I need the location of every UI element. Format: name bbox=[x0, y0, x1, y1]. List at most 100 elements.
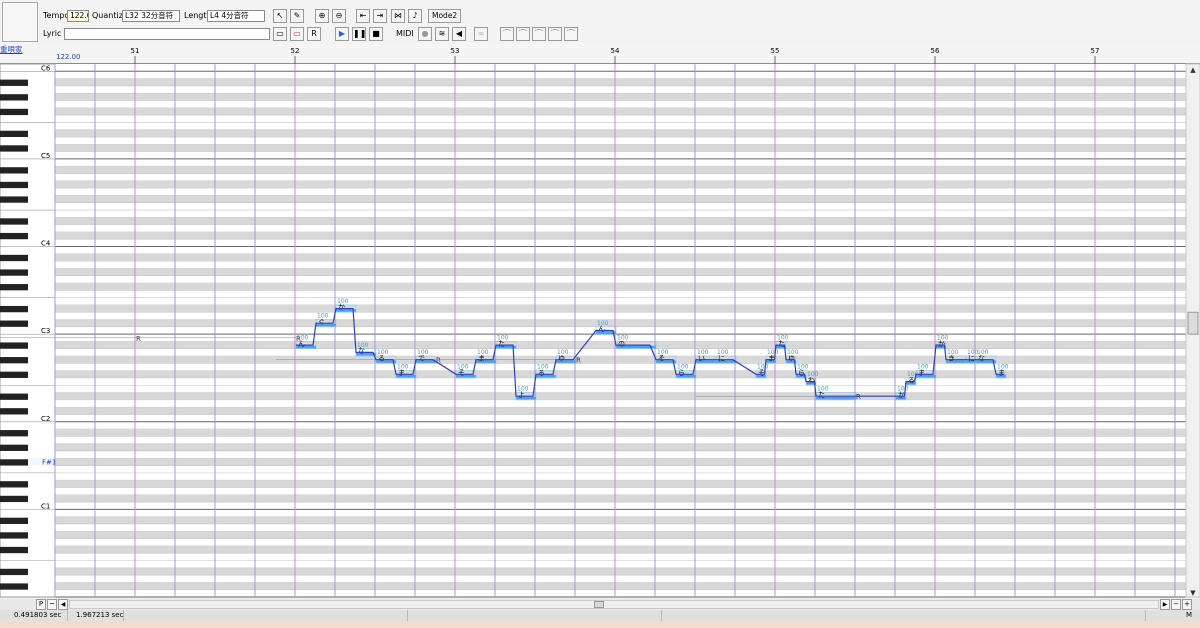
piano-black-key[interactable] bbox=[0, 108, 28, 116]
measure-number[interactable]: 57 bbox=[1091, 47, 1100, 55]
piano-black-key[interactable] bbox=[0, 79, 28, 86]
piano-black-key[interactable] bbox=[0, 167, 28, 174]
quantize-select[interactable]: L32 32分音符 bbox=[122, 10, 180, 22]
rest-marker[interactable]: R bbox=[856, 393, 861, 401]
length-select[interactable]: L4 4分音符 bbox=[207, 10, 265, 22]
status-bar: 0.491803 sec 1.967213 sec M bbox=[0, 610, 1200, 621]
piano-black-key[interactable] bbox=[0, 130, 28, 138]
piano-black-key[interactable] bbox=[0, 284, 28, 291]
singer-name[interactable]: 重唄家 bbox=[0, 44, 55, 54]
piano-black-key[interactable] bbox=[0, 481, 28, 488]
piano-black-key[interactable] bbox=[0, 568, 28, 576]
pencil-tool-icon[interactable]: ✎ bbox=[290, 9, 304, 23]
scroll-thumb[interactable] bbox=[594, 601, 604, 608]
piano-black-key[interactable] bbox=[0, 495, 28, 503]
piano-black-key[interactable] bbox=[0, 320, 28, 327]
piano-black-key[interactable] bbox=[0, 393, 28, 400]
grid-row bbox=[55, 545, 1186, 554]
scroll-up-icon[interactable]: ▲ bbox=[1190, 66, 1196, 74]
pointer-tool-icon[interactable]: ↖ bbox=[273, 9, 287, 23]
piano-black-key[interactable] bbox=[0, 342, 28, 349]
piano-black-key[interactable] bbox=[0, 181, 28, 189]
pause-icon[interactable]: ❚❚ bbox=[352, 27, 366, 41]
piano-black-key[interactable] bbox=[0, 517, 28, 524]
grid-row bbox=[55, 516, 1186, 524]
zoom-in-icon[interactable]: ⊕ bbox=[315, 9, 329, 23]
mode2-button[interactable]: Mode2 bbox=[428, 9, 462, 23]
mode-indicator[interactable]: M bbox=[1182, 610, 1196, 621]
piano-black-key[interactable] bbox=[0, 583, 28, 590]
piano-black-key[interactable] bbox=[0, 254, 28, 262]
play-icon[interactable]: ▶ bbox=[335, 27, 349, 41]
metronome-icon[interactable]: ≋ bbox=[435, 27, 449, 41]
piano-black-key[interactable] bbox=[0, 196, 28, 203]
zoom-plus-icon[interactable]: + bbox=[1182, 599, 1192, 610]
lyric-input[interactable] bbox=[64, 28, 270, 40]
scroll-down-icon[interactable]: ▼ bbox=[1190, 589, 1196, 597]
measure-number[interactable]: 56 bbox=[931, 47, 940, 55]
piano-black-key[interactable] bbox=[0, 408, 28, 415]
piano-black-key[interactable] bbox=[0, 430, 28, 437]
measure-number[interactable]: 55 bbox=[771, 47, 780, 55]
taskbar-strip bbox=[0, 621, 1200, 628]
insert-note-icon[interactable]: ▭ bbox=[273, 27, 287, 41]
note-velocity: 100 bbox=[977, 349, 989, 356]
grid-row bbox=[55, 370, 1186, 378]
grid-row bbox=[55, 567, 1186, 576]
envelope-5-icon[interactable]: ⌒ bbox=[564, 27, 578, 41]
measure-number[interactable]: 53 bbox=[451, 47, 460, 55]
loop-icon[interactable]: ∞ bbox=[474, 27, 488, 41]
go-start-icon[interactable]: ⇤ bbox=[356, 9, 370, 23]
track-p-button[interactable]: P bbox=[36, 599, 46, 610]
grid-row bbox=[55, 319, 1186, 327]
piano-black-key[interactable] bbox=[0, 218, 28, 225]
piano-roll-canvas[interactable]: F#1C6C5C4C3C2C151 52 53 54 55 56 57R RR RRん100ぐ1… bbox=[0, 44, 1200, 599]
piano-black-key[interactable] bbox=[0, 371, 28, 378]
envelope-1-icon[interactable]: ⌒ bbox=[500, 27, 514, 41]
envelope-2-icon[interactable]: ⌒ bbox=[516, 27, 530, 41]
note-velocity: 100 bbox=[377, 349, 389, 356]
zoom-minus-icon[interactable]: − bbox=[1171, 599, 1181, 610]
measure-number[interactable]: 52 bbox=[291, 47, 300, 55]
delete-note-icon[interactable]: ▭ bbox=[290, 27, 304, 41]
stop-icon[interactable]: ■ bbox=[369, 27, 383, 41]
tempo-input[interactable]: 122.0 bbox=[67, 10, 89, 22]
scroll-right-icon[interactable]: ▶ bbox=[1160, 599, 1170, 610]
split-note-icon[interactable]: ⋈ bbox=[391, 9, 405, 23]
rest-marker[interactable]: R bbox=[576, 357, 581, 365]
piano-black-key[interactable] bbox=[0, 145, 28, 152]
scroll-left-icon[interactable]: ◀ bbox=[58, 599, 68, 610]
envelope-3-icon[interactable]: ⌒ bbox=[532, 27, 546, 41]
piano-roll-editor[interactable]: F#1 C6 C5 C4 C3 C2 C1 51 52 53 54 55 56 57 R R R R R ん 100 ぐ 1… bbox=[0, 44, 1200, 599]
piano-black-key[interactable] bbox=[0, 532, 28, 539]
rest-marker[interactable]: R bbox=[136, 335, 141, 343]
join-note-icon[interactable]: ♪ bbox=[408, 9, 422, 23]
piano-black-key[interactable] bbox=[0, 444, 28, 451]
piano-black-key[interactable] bbox=[0, 269, 28, 276]
measure-number[interactable]: 54 bbox=[611, 47, 620, 55]
measure-number[interactable]: 51 bbox=[131, 47, 140, 55]
piano-black-key[interactable] bbox=[0, 94, 28, 101]
note-velocity: 100 bbox=[557, 349, 569, 356]
zoom-out-icon[interactable]: ⊖ bbox=[332, 9, 346, 23]
vertical-scroll-thumb[interactable] bbox=[1187, 311, 1199, 335]
piano-black-key[interactable] bbox=[0, 305, 28, 313]
note-velocity: 100 bbox=[297, 334, 309, 341]
grid-row bbox=[55, 458, 1186, 466]
speaker-icon[interactable]: ◀ bbox=[452, 27, 466, 41]
record-icon[interactable]: ● bbox=[418, 27, 432, 41]
octave-label: C3 bbox=[41, 327, 50, 335]
piano-black-key[interactable] bbox=[0, 459, 28, 466]
rest-button[interactable]: R bbox=[307, 27, 321, 41]
horizontal-scrollbar[interactable] bbox=[69, 600, 1159, 609]
curve-mode-icon[interactable]: ~ bbox=[47, 599, 57, 610]
measure-ruler[interactable] bbox=[0, 44, 1200, 64]
piano-black-key[interactable] bbox=[0, 357, 28, 364]
go-end-icon[interactable]: ⇥ bbox=[373, 9, 387, 23]
grid-row bbox=[55, 107, 1186, 116]
piano-black-key[interactable] bbox=[0, 546, 28, 554]
piano-black-key[interactable] bbox=[0, 232, 28, 240]
track-selector-box[interactable] bbox=[2, 2, 38, 42]
envelope-4-icon[interactable]: ⌒ bbox=[548, 27, 562, 41]
note-velocity: 100 bbox=[397, 364, 409, 371]
